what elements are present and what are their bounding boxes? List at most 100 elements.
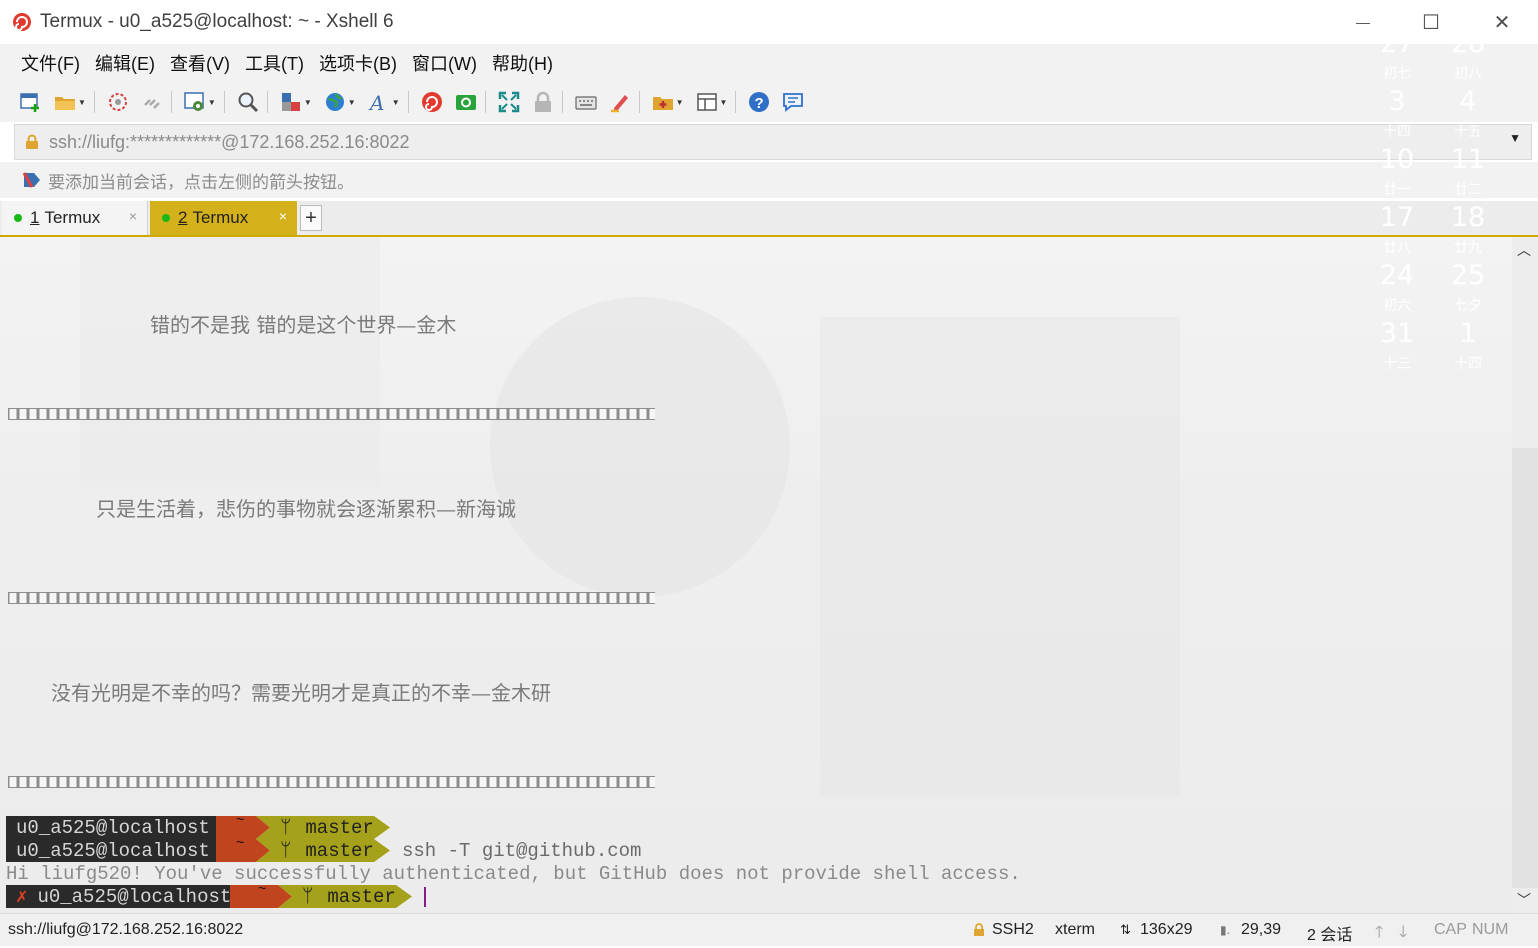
layout-dropdown-icon[interactable]: ▼ <box>720 98 728 107</box>
svg-text:A: A <box>368 91 384 113</box>
disconnect-icon[interactable] <box>107 91 129 113</box>
properties-icon[interactable] <box>184 91 206 113</box>
terminal-view[interactable]: 错的不是我 错的是这个世界—金木 只是生活着，悲伤的事物就会逐渐累积—新海诚 没… <box>0 237 1512 913</box>
calendar-day: 11 <box>1450 144 1486 175</box>
globe-icon[interactable] <box>324 91 346 113</box>
highlight-icon[interactable] <box>609 91 631 113</box>
menu-help[interactable]: 帮助(H) <box>492 50 553 76</box>
transfer-icon[interactable] <box>280 91 302 113</box>
menu-tools[interactable]: 工具(T) <box>245 50 304 76</box>
xftp-icon[interactable] <box>455 91 477 113</box>
menu-window[interactable]: 窗口(W) <box>412 50 477 76</box>
window-title: Termux - u0_a525@localhost: ~ - Xshell 6 <box>40 11 394 32</box>
add-compose-icon[interactable] <box>652 91 674 113</box>
lock-icon <box>26 134 38 149</box>
prompt-dir-segment <box>216 816 276 839</box>
scrollbar-thumb[interactable] <box>1512 448 1538 888</box>
tab-termux-2[interactable]: 2 Termux × <box>150 201 297 235</box>
xshell-app-icon <box>13 13 31 31</box>
find-icon[interactable] <box>237 91 259 113</box>
scroll-down-icon[interactable]: ﹀ <box>1517 890 1531 910</box>
connected-status-icon <box>14 214 22 222</box>
font-icon[interactable]: A <box>368 91 390 113</box>
tab-termux-1[interactable]: 1 Termux × <box>2 201 148 235</box>
tab-label: Termux <box>44 208 101 227</box>
session-hint-text: 要添加当前会话，点击左侧的箭头按钮。 <box>48 172 354 192</box>
minimize-icon: — <box>1356 14 1370 30</box>
status-protocol: SSH2 <box>992 921 1034 938</box>
toolbar-separator <box>170 91 172 113</box>
prompt-branch: ᛘ master <box>296 885 396 908</box>
address-dropdown-icon[interactable]: ▼ <box>1509 131 1521 145</box>
reconnect-icon[interactable] <box>141 91 163 113</box>
title-bar: Termux - u0_a525@localhost: ~ - Xshell 6… <box>0 0 1538 45</box>
calendar-lunar: 七夕 <box>1454 297 1482 313</box>
scroll-up-icon[interactable]: ︿ <box>1517 240 1531 260</box>
calendar-day: 28 <box>1450 28 1486 59</box>
tab-close-icon[interactable]: × <box>279 208 287 224</box>
tab-number: 1 <box>30 208 40 227</box>
help-icon[interactable]: ? <box>748 91 770 113</box>
prompt-user: ✗ u0_a525@localhost <box>6 885 231 908</box>
lock-icon[interactable] <box>532 91 554 113</box>
git-branch-icon: ᛘ <box>302 885 314 908</box>
address-value[interactable]: ssh://liufg:*************@172.168.252.16… <box>49 132 410 153</box>
font-dropdown-icon[interactable]: ▼ <box>392 98 400 107</box>
open-dropdown-icon[interactable]: ▼ <box>78 98 86 107</box>
prompt-dir: ~ <box>258 882 267 898</box>
calendar-day: 24 <box>1379 260 1415 291</box>
calendar-lunar: 十四 <box>1454 355 1482 371</box>
resize-icon: ⇅ <box>1120 922 1131 937</box>
session-hint-bar: 要添加当前会话，点击左侧的箭头按钮。 <box>0 162 1538 198</box>
toolbar-separator <box>561 91 563 113</box>
keyboard-icon[interactable] <box>575 91 597 113</box>
compose-dropdown-icon[interactable]: ▼ <box>676 98 684 107</box>
prompt-dir: ~ <box>236 836 245 852</box>
toolbar-separator <box>638 91 640 113</box>
status-sessions: 2 会话 <box>1307 927 1353 944</box>
chat-icon[interactable] <box>782 91 804 113</box>
properties-dropdown-icon[interactable]: ▼ <box>208 98 216 107</box>
terminal-wallpaper <box>80 237 1180 797</box>
secure-lock-icon <box>974 923 984 936</box>
fullscreen-icon[interactable] <box>498 91 520 113</box>
prompt-branch: ᛘ master <box>276 839 374 862</box>
globe-dropdown-icon[interactable]: ▼ <box>348 98 356 107</box>
box-char-row <box>8 776 655 788</box>
new-tab-button[interactable]: + <box>300 205 322 231</box>
menu-tabs[interactable]: 选项卡(B) <box>319 50 397 76</box>
add-session-arrow-icon[interactable] <box>22 170 42 190</box>
menu-file[interactable]: 文件(F) <box>21 50 80 76</box>
calendar-day: 1 <box>1459 318 1477 349</box>
new-session-icon[interactable] <box>20 91 42 113</box>
menu-view[interactable]: 查看(V) <box>170 50 230 76</box>
close-icon: ✕ <box>1493 11 1511 34</box>
status-caps: CAP <box>1434 921 1467 938</box>
open-folder-icon[interactable] <box>54 91 76 113</box>
quote-line: 错的不是我 错的是这个世界—金木 <box>150 313 457 337</box>
text-cursor <box>424 887 426 907</box>
maximize-icon: ☐ <box>1422 11 1440 34</box>
command-text: ssh -T git@github.com <box>402 840 642 862</box>
prompt-arrow <box>396 885 412 908</box>
tab-close-icon[interactable]: × <box>129 208 137 224</box>
calendar-lunar: 廿九 <box>1454 239 1482 255</box>
transfer-dropdown-icon[interactable]: ▼ <box>304 98 312 107</box>
calendar-day: 10 <box>1379 144 1415 175</box>
status-connection: ssh://liufg@172.168.252.16:8022 <box>8 921 244 938</box>
calendar-lunar: 廿八 <box>1383 239 1411 255</box>
tab-number: 2 <box>178 208 188 227</box>
menu-edit[interactable]: 编辑(E) <box>95 50 155 76</box>
calendar-lunar: 廿一 <box>1383 181 1411 197</box>
xshell-logo-icon[interactable] <box>421 91 443 113</box>
tab-label: Termux <box>192 208 249 227</box>
error-mark-icon: ✗ <box>16 886 28 908</box>
calendar-day: 31 <box>1379 318 1415 349</box>
prompt-user: u0_a525@localhost <box>6 816 216 839</box>
calendar-day: 17 <box>1379 202 1415 233</box>
address-bar[interactable]: ssh://liufg:*************@172.168.252.16… <box>14 124 1532 160</box>
layout-icon[interactable] <box>696 91 718 113</box>
cursor-position-icon: ▮. <box>1220 923 1230 937</box>
git-branch-icon: ᛘ <box>280 816 292 839</box>
prompt-arrow <box>374 839 390 862</box>
